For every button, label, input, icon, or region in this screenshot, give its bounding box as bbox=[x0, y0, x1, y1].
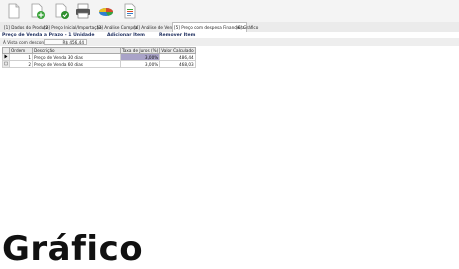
price-grid: Ordem Descrição Taxa de Juros (%) Valor … bbox=[2, 47, 196, 68]
cell-taxa[interactable]: 3,00% bbox=[119, 60, 161, 68]
cell-ordem[interactable]: 1 bbox=[9, 53, 33, 61]
add-icon[interactable] bbox=[29, 2, 47, 20]
table-row[interactable]: 2 Preço de Venda 60 dias 3,00% 468,03 bbox=[2, 60, 196, 68]
cell-valor[interactable]: 486,44 bbox=[159, 53, 196, 61]
save-icon[interactable] bbox=[53, 2, 71, 20]
row-selector[interactable] bbox=[2, 60, 10, 68]
column-header-valor[interactable]: Valor Calculado bbox=[159, 47, 196, 54]
discount-value-field[interactable]: R$ 456,44 bbox=[44, 39, 87, 45]
grafico-heading: Gráfico bbox=[2, 229, 144, 269]
new-icon[interactable] bbox=[5, 2, 23, 20]
tab-grafico[interactable]: [6] Gráfico bbox=[235, 23, 259, 32]
cell-descricao[interactable]: Preço de Venda 30 dias bbox=[32, 53, 121, 61]
tab-preco-inicial[interactable]: [2] Preço Inicial/Importação bbox=[43, 23, 103, 32]
discount-label: À Vista com desconto: bbox=[3, 40, 50, 45]
toolbar bbox=[0, 0, 459, 22]
column-header-taxa[interactable]: Taxa de Juros (%) bbox=[119, 47, 161, 54]
tab-analise-compra[interactable]: [3] Análise Compra bbox=[96, 23, 138, 32]
cell-valor[interactable]: 468,03 bbox=[159, 60, 196, 68]
print-icon[interactable] bbox=[74, 2, 92, 20]
cell-descricao[interactable]: Preço de Venda 60 dias bbox=[32, 60, 121, 68]
table-row[interactable]: 1 Preço de Venda 30 dias 3,00% 486,44 bbox=[2, 53, 196, 61]
cell-ordem[interactable]: 2 bbox=[9, 60, 33, 68]
row-pointer-icon[interactable] bbox=[2, 53, 10, 61]
report-icon[interactable] bbox=[121, 2, 139, 20]
cell-taxa[interactable]: 3,00% bbox=[119, 53, 161, 61]
chart-pie-icon[interactable] bbox=[97, 2, 115, 20]
